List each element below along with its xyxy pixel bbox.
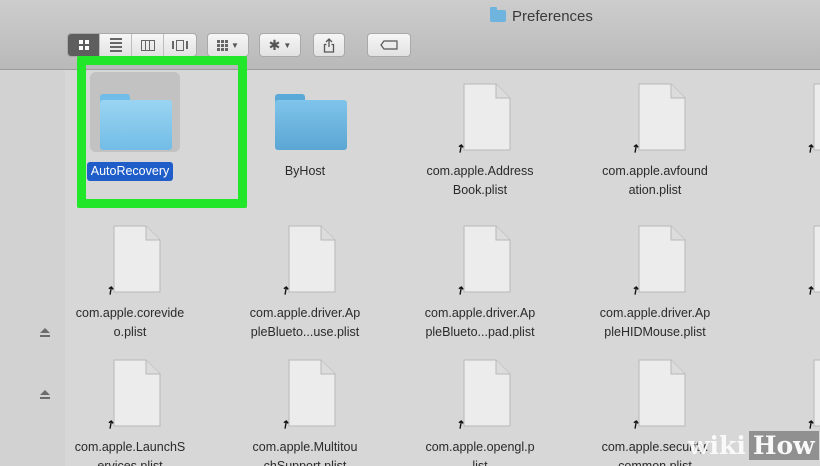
file-item[interactable]: ↗ com.apple.avfound ation.plist: [580, 70, 730, 200]
arrange-icon: [217, 39, 229, 51]
chevron-down-icon: ▼: [283, 40, 292, 50]
document-icon: ↗: [104, 224, 162, 298]
cover-flow-icon: [172, 39, 188, 51]
document-icon: ↗: [804, 82, 820, 156]
document-icon: ↗: [629, 224, 687, 298]
watermark-wiki: wiki: [688, 430, 746, 460]
file-thumbnail: ↗: [90, 354, 170, 438]
file-item[interactable]: ↗ com.a: [755, 70, 820, 200]
document-icon: ↗: [454, 358, 512, 432]
file-name: ByHost: [284, 164, 326, 178]
file-item[interactable]: ↗ com.a: [755, 212, 820, 342]
list-view-button[interactable]: [100, 34, 132, 56]
share-button[interactable]: [313, 33, 345, 57]
document-icon: ↗: [104, 358, 162, 432]
file-name: com.apple.driver.Ap pleBlueto...pad.plis…: [424, 306, 536, 339]
document-icon: ↗: [629, 82, 687, 156]
file-item[interactable]: ↗ com.apple.Multitou chSupport.plist: [230, 346, 380, 466]
window-title: Preferences: [490, 6, 593, 26]
watermark-how: How: [748, 430, 819, 460]
file-thumbnail: ↗: [265, 220, 345, 304]
file-name: com.apple.driver.Ap pleHIDMouse.plist: [599, 306, 711, 339]
column-view-icon: [140, 39, 155, 51]
view-mode-control: [67, 33, 197, 57]
file-thumbnail: ↗: [440, 220, 520, 304]
file-item[interactable]: ↗ com.apple.LaunchS ervices.plist: [55, 346, 205, 466]
file-thumbnail: ↗: [90, 220, 170, 304]
folder-icon: [275, 94, 347, 150]
folder-thumbnail: [265, 78, 347, 162]
toolbar: ▼ ✱ ▼: [67, 32, 411, 58]
file-name: com.a: [755, 304, 820, 323]
tag-icon: [380, 40, 398, 50]
icon-view-icon: [78, 40, 89, 50]
document-icon: ↗: [454, 82, 512, 156]
file-name: com.apple.driver.Ap pleBlueto...use.plis…: [249, 306, 361, 339]
file-item[interactable]: ↗ com.apple.opengl.p list: [405, 346, 555, 466]
document-icon: ↗: [804, 224, 820, 298]
file-name: com.apple.avfound ation.plist: [602, 164, 708, 197]
document-icon: ↗: [279, 358, 337, 432]
file-thumbnail: ↗: [440, 354, 520, 438]
file-thumbnail: ↗: [615, 354, 695, 438]
document-icon: ↗: [629, 358, 687, 432]
file-item[interactable]: ↗ com.apple.driver.Ap pleBlueto...pad.pli…: [405, 212, 555, 342]
arrange-button[interactable]: ▼: [207, 33, 249, 57]
document-icon: ↗: [454, 224, 512, 298]
gear-icon: ✱: [268, 36, 281, 53]
file-name: com.apple.Address Book.plist: [426, 164, 534, 197]
folder-item[interactable]: ByHost: [230, 70, 380, 200]
action-button[interactable]: ✱ ▼: [259, 33, 301, 57]
file-item[interactable]: ↗ com.apple.driver.Ap pleHIDMouse.plist: [580, 212, 730, 342]
file-item[interactable]: ↗ com.apple.corevide o.plist: [55, 212, 205, 342]
file-item[interactable]: ↗ com.apple.driver.Ap pleBlueto...use.pli…: [230, 212, 380, 342]
finder-window: Preferences ▼ ✱ ▼ AutoRecovery ByHost ↗ …: [0, 0, 820, 466]
file-name: com.apple.opengl.p list: [425, 440, 535, 466]
tags-button[interactable]: [367, 33, 411, 57]
file-thumbnail: ↗: [615, 220, 695, 304]
document-icon: ↗: [804, 358, 820, 432]
highlight-box: [77, 56, 247, 208]
window-title-text: Preferences: [512, 7, 593, 25]
file-thumbnail: ↗: [265, 354, 345, 438]
file-name: com.apple.LaunchS ervices.plist: [74, 440, 186, 466]
icon-view-button[interactable]: [68, 34, 100, 56]
cover-flow-view-button[interactable]: [164, 34, 196, 56]
eject-icon[interactable]: [40, 328, 50, 338]
column-view-button[interactable]: [132, 34, 164, 56]
wikihow-watermark: wiki How: [688, 424, 820, 466]
file-name: com.apple.Multitou chSupport.plist: [252, 440, 358, 466]
file-thumbnail: ↗: [790, 220, 820, 304]
document-icon: ↗: [279, 224, 337, 298]
file-item[interactable]: ↗ com.apple.Address Book.plist: [405, 70, 555, 200]
file-name: com.a: [755, 162, 820, 181]
file-thumbnail: ↗: [615, 78, 695, 162]
file-thumbnail: ↗: [440, 78, 520, 162]
share-icon: [323, 37, 335, 53]
folder-icon: [490, 7, 506, 22]
list-view-icon: [109, 38, 122, 52]
file-name: com.apple.corevide o.plist: [75, 306, 185, 339]
eject-icon[interactable]: [40, 390, 50, 400]
chevron-down-icon: ▼: [231, 40, 239, 50]
file-thumbnail: ↗: [790, 78, 820, 162]
